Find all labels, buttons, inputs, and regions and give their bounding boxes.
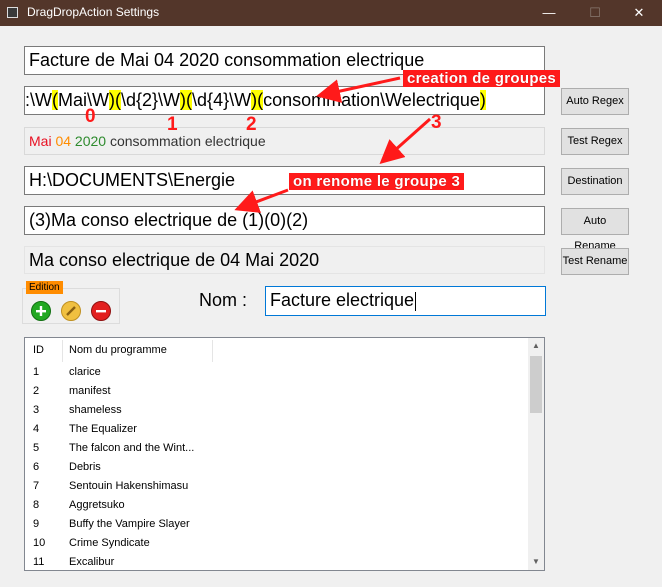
table-row[interactable]: 3 shameless <box>25 401 530 420</box>
table-row[interactable]: 11 Excalibur <box>25 553 530 570</box>
table-row[interactable]: 6 Debris <box>25 458 530 477</box>
row-name: Buffy the Vampire Slayer <box>69 518 190 530</box>
row-id: 4 <box>33 423 40 435</box>
arrow-to-rename-pattern <box>234 188 289 213</box>
annotation-group-3: 3 <box>431 112 442 133</box>
pencil-icon <box>66 306 76 316</box>
annotation-group-0: 0 <box>85 106 96 127</box>
column-header-name[interactable]: Nom du programme <box>69 344 167 356</box>
table-row[interactable]: 4 The Equalizer <box>25 420 530 439</box>
row-name: Debris <box>69 461 101 473</box>
table-row[interactable]: 5 The falcon and the Wint... <box>25 439 530 458</box>
annotation-rename-label: on renome le groupe 3 <box>289 173 465 190</box>
vertical-scrollbar[interactable]: ▲ ▼ <box>528 338 544 570</box>
name-input[interactable]: Facture electrique <box>265 286 546 316</box>
name-input-value: Facture electrique <box>270 290 415 310</box>
row-id: 1 <box>33 366 40 378</box>
annotation-group-1: 1 <box>167 114 178 135</box>
name-label: Nom : <box>199 290 248 310</box>
table-row[interactable]: 1 clarice <box>25 363 530 382</box>
add-circle-icon <box>36 306 46 316</box>
arrow-to-group-paren <box>316 76 401 103</box>
scroll-up-icon[interactable]: ▲ <box>528 338 544 354</box>
scroll-down-icon[interactable]: ▼ <box>528 554 544 570</box>
row-id: 9 <box>33 518 40 530</box>
text-cursor <box>415 291 417 311</box>
edit-button[interactable] <box>61 301 81 321</box>
row-id: 2 <box>33 385 40 397</box>
list-header: ID Nom du programme <box>25 338 530 363</box>
row-name: Aggretsuko <box>69 499 125 511</box>
row-id: 7 <box>33 480 40 492</box>
scroll-thumb[interactable] <box>530 356 542 413</box>
add-button[interactable] <box>31 301 51 321</box>
row-id: 6 <box>33 461 40 473</box>
row-id: 3 <box>33 404 40 416</box>
arrow-to-group3 <box>379 117 431 164</box>
row-name: Crime Syndicate <box>69 537 150 549</box>
row-name: manifest <box>69 385 111 397</box>
row-name: The falcon and the Wint... <box>69 442 195 454</box>
row-name: Sentouin Hakenshimasu <box>69 480 189 492</box>
row-name: shameless <box>69 404 122 416</box>
minus-circle-icon <box>96 310 106 313</box>
row-id: 8 <box>33 499 40 511</box>
programs-list[interactable]: ID Nom du programme 1 clarice 2 manifest 3 sh… <box>24 337 545 571</box>
table-row[interactable]: 7 Sentouin Hakenshimasu <box>25 477 530 496</box>
row-name: The Equalizer <box>69 423 137 435</box>
column-header-id[interactable]: ID <box>33 344 44 356</box>
table-row[interactable]: 8 Aggretsuko <box>25 496 530 515</box>
row-id: 10 <box>33 537 46 549</box>
annotation-group-2: 2 <box>246 114 257 135</box>
row-id: 11 <box>33 556 45 568</box>
remove-button[interactable] <box>91 301 111 321</box>
row-name: Excalibur <box>69 556 115 568</box>
table-row[interactable]: 2 manifest <box>25 382 530 401</box>
row-id: 5 <box>33 442 40 454</box>
annotation-groups-label: creation de groupes <box>403 70 561 87</box>
table-row[interactable]: 10 Crime Syndicate <box>25 534 530 553</box>
row-name: clarice <box>69 366 101 378</box>
edition-legend: Edition <box>26 281 63 294</box>
table-row[interactable]: 9 Buffy the Vampire Slayer <box>25 515 530 534</box>
